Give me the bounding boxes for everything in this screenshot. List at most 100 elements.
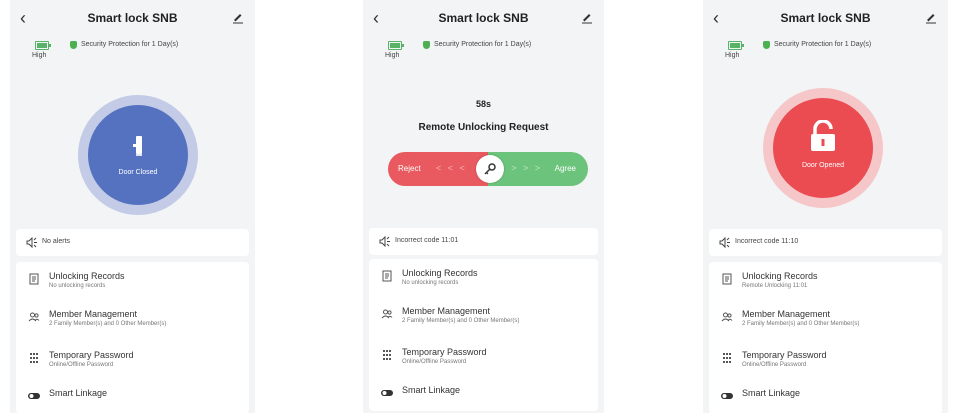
battery-label: High	[385, 52, 400, 59]
menu-item-title: Member Management	[402, 306, 491, 316]
alert-card[interactable]: Incorrect code 11:10	[709, 229, 942, 256]
menu-item-temporary-password[interactable]: Temporary Password Online/Offline Passwo…	[369, 345, 598, 375]
device-title: Smart lock SNB	[780, 11, 871, 25]
members-icon	[381, 309, 393, 319]
menu-item-unlocking-records[interactable]: Unlocking Records No unlocking records	[16, 269, 249, 299]
menu-item-temporary-password[interactable]: Temporary Password Online/Offline Passwo…	[709, 348, 942, 378]
menu-item-smart-linkage[interactable]: Smart Linkage	[709, 386, 942, 413]
alert-card[interactable]: Incorrect code 11:01	[369, 228, 598, 255]
request-title: Remote Unlocking Request	[418, 122, 549, 133]
members-icon	[721, 312, 733, 322]
speaker-icon	[26, 237, 37, 248]
members-icon	[28, 312, 40, 322]
alert-card[interactable]: No alerts	[16, 229, 249, 256]
shield-icon	[763, 41, 770, 49]
menu-item-temporary-password[interactable]: Temporary Password Online/Offline Passwo…	[16, 348, 249, 378]
device-title: Smart lock SNB	[438, 11, 529, 25]
menu-item-subtitle: Remote Unlocking 11:01	[742, 283, 808, 289]
header: ‹ Smart lock SNB	[10, 0, 255, 38]
menu-item-member-management[interactable]: Member Management 2 Family Member(s) and…	[16, 307, 249, 337]
battery-label: High	[32, 52, 47, 59]
battery-icon	[388, 41, 404, 50]
menu-item-subtitle: 2 Family Member(s) and 0 Other Member(s)	[742, 321, 860, 327]
agree-label: Agree	[554, 164, 576, 173]
battery-icon	[35, 41, 51, 50]
slider-knob[interactable]	[476, 155, 504, 183]
menu-item-subtitle: Online/Offline Password	[742, 362, 807, 368]
menu-item-title: Smart Linkage	[402, 385, 461, 395]
menu-item-title: Unlocking Records	[402, 268, 478, 278]
screen-door-opened: ‹ Smart lock SNB High Security Protectio…	[703, 0, 948, 413]
status-row: High Security Protection for 1 Day(s)	[363, 38, 604, 74]
menu-item-subtitle: Online/Offline Password	[402, 359, 467, 365]
speaker-icon	[379, 236, 390, 247]
reject-label: Reject	[398, 164, 421, 173]
speaker-icon	[719, 237, 730, 248]
door-status-button[interactable]: Door Opened	[773, 98, 873, 198]
menu-item-unlocking-records[interactable]: Unlocking Records Remote Unlocking 11:01	[709, 269, 942, 299]
status-row: High Security Protection for 1 Day(s)	[703, 38, 948, 74]
battery-icon	[728, 41, 744, 50]
key-icon	[484, 163, 496, 175]
menu-card: Unlocking Records No unlocking records M…	[369, 259, 598, 411]
menu-item-title: Temporary Password	[49, 350, 134, 360]
screens-container: ‹ Smart lock SNB High Security Protectio…	[0, 0, 958, 413]
security-status: Security Protection for 1 Day(s)	[81, 41, 179, 48]
menu-item-unlocking-records[interactable]: Unlocking Records No unlocking records	[369, 266, 598, 296]
menu-item-smart-linkage[interactable]: Smart Linkage	[369, 383, 598, 413]
lock-closed-icon	[133, 136, 142, 156]
battery-label: High	[725, 52, 740, 59]
alert-text: Incorrect code 11:01	[395, 237, 459, 244]
screen-door-closed: ‹ Smart lock SNB High Security Protectio…	[10, 0, 255, 413]
status-row: High Security Protection for 1 Day(s)	[10, 38, 255, 74]
toggle-icon	[721, 393, 733, 399]
records-list-icon	[29, 273, 39, 285]
menu-item-title: Unlocking Records	[49, 271, 125, 281]
header: ‹ Smart lock SNB	[703, 0, 948, 38]
alert-text: No alerts	[42, 238, 71, 245]
keypad-icon	[30, 353, 38, 363]
toggle-icon	[28, 393, 40, 399]
menu-item-subtitle: No unlocking records	[402, 280, 459, 286]
menu-item-subtitle: 2 Family Member(s) and 0 Other Member(s)	[402, 318, 520, 324]
records-list-icon	[382, 270, 392, 282]
door-status-button[interactable]: Door Closed	[88, 105, 188, 205]
menu-item-title: Unlocking Records	[742, 271, 818, 281]
menu-item-title: Smart Linkage	[49, 388, 108, 398]
door-state-label: Door Closed	[118, 169, 158, 176]
alert-text: Incorrect code 11:10	[735, 238, 799, 245]
shield-icon	[423, 41, 430, 49]
menu-item-member-management[interactable]: Member Management 2 Family Member(s) and…	[369, 304, 598, 334]
lock-open-icon	[811, 120, 835, 151]
door-state-label: Door Opened	[801, 162, 845, 169]
menu-item-smart-linkage[interactable]: Smart Linkage	[16, 386, 249, 413]
menu-item-title: Temporary Password	[402, 347, 487, 357]
menu-card: Unlocking Records Remote Unlocking 11:01…	[709, 262, 942, 413]
security-status: Security Protection for 1 Day(s)	[434, 41, 532, 48]
keypad-icon	[723, 353, 731, 363]
countdown-timer: 58s	[475, 99, 492, 109]
menu-item-title: Temporary Password	[742, 350, 827, 360]
screen-remote-request: ‹ Smart lock SNB High Security Protectio…	[363, 0, 604, 413]
menu-card: Unlocking Records No unlocking records M…	[16, 262, 249, 413]
edit-pencil-icon[interactable]	[231, 10, 245, 24]
toggle-icon	[381, 390, 393, 396]
chevron-left-icon: < < <	[436, 163, 467, 173]
unlock-request-slider[interactable]: Reject < < < > > > Agree	[388, 152, 588, 186]
menu-item-title: Member Management	[49, 309, 138, 319]
edit-pencil-icon[interactable]	[580, 10, 594, 24]
shield-icon	[70, 41, 77, 49]
menu-item-subtitle: Online/Offline Password	[49, 362, 114, 368]
keypad-icon	[383, 350, 391, 360]
menu-item-member-management[interactable]: Member Management 2 Family Member(s) and…	[709, 307, 942, 337]
header: ‹ Smart lock SNB	[363, 0, 604, 38]
security-status: Security Protection for 1 Day(s)	[774, 41, 872, 48]
edit-pencil-icon[interactable]	[924, 10, 938, 24]
menu-item-title: Smart Linkage	[742, 388, 801, 398]
door-status-ring: Door Closed	[78, 95, 198, 215]
menu-item-subtitle: 2 Family Member(s) and 0 Other Member(s)	[49, 321, 167, 327]
device-title: Smart lock SNB	[87, 11, 178, 25]
door-status-ring: Door Opened	[763, 88, 883, 208]
records-list-icon	[722, 273, 732, 285]
menu-item-title: Member Management	[742, 309, 831, 319]
